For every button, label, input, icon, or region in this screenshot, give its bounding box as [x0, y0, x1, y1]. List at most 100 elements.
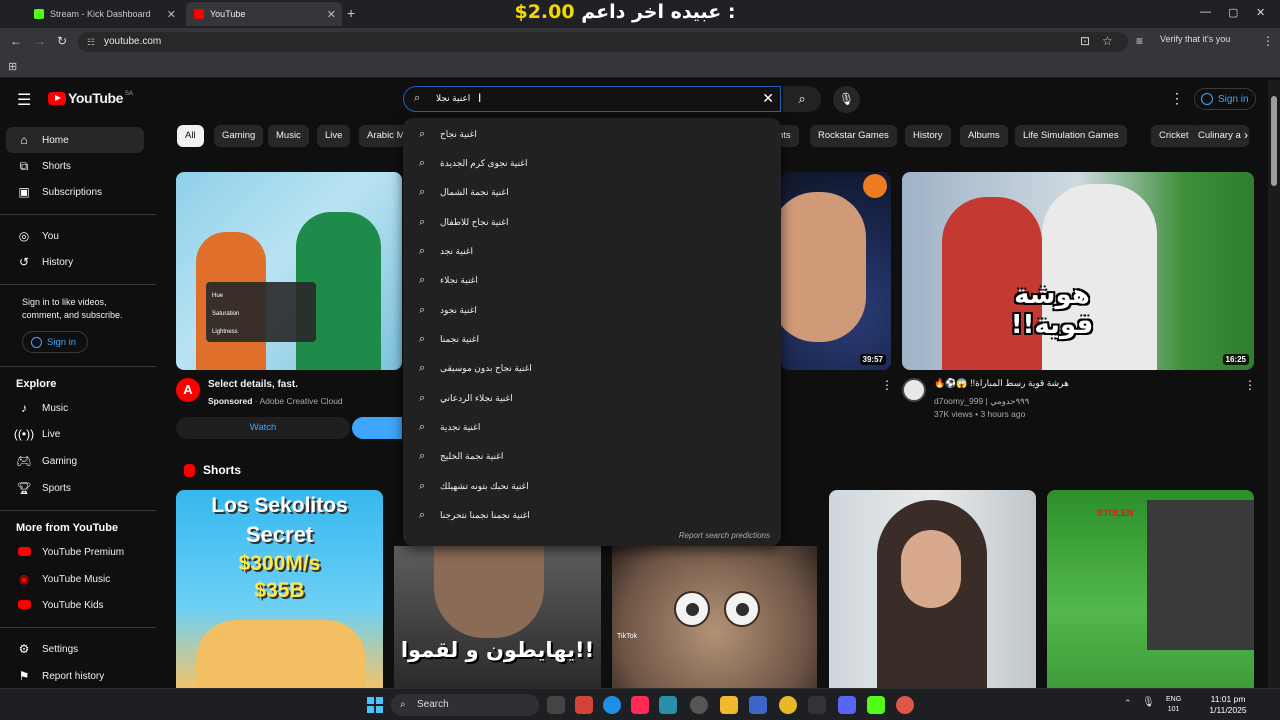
chip-all[interactable]: All	[177, 125, 204, 147]
chip-life-simulation-games[interactable]: Life Simulation Games	[1015, 125, 1127, 147]
chevron-right-icon[interactable]: ›	[1244, 128, 1248, 142]
short-thumbnail[interactable]: STOLEN	[1047, 490, 1254, 688]
tab-youtube[interactable]: YouTube ✕	[186, 2, 342, 26]
suggestion-item[interactable]: ⌕ اغنية نجدية	[403, 413, 781, 442]
short-thumbnail[interactable]	[829, 490, 1036, 688]
app-icon[interactable]	[749, 696, 767, 714]
report-search-predictions-link[interactable]: Report search predictions	[679, 531, 770, 540]
chip-live[interactable]: Live	[317, 125, 351, 147]
suggestion-item[interactable]: ⌕ اغنية نجلاء الردعاني	[403, 384, 781, 413]
close-tab-icon[interactable]: ✕	[167, 8, 176, 21]
new-tab-button[interactable]: +	[347, 5, 355, 21]
taskbar-clock[interactable]: 11:01 pm 1/11/2025	[1198, 694, 1258, 716]
search-box[interactable]: ⌕ اعنية نجلا I ✕	[403, 86, 781, 112]
kick-app-icon[interactable]	[867, 696, 885, 714]
channel-name[interactable]: d7oomy_999 | ٩٩٩حدومي	[934, 396, 1029, 407]
sidebar-item-history[interactable]: ↺ History	[6, 249, 144, 275]
settings-more-icon[interactable]: ⋮	[1170, 90, 1184, 107]
sidebar-item-settings[interactable]: ⚙ Settings	[6, 636, 144, 662]
adobe-logo-icon[interactable]: A	[176, 378, 200, 402]
back-arrow-icon[interactable]: ←	[10, 34, 22, 48]
suggestion-item[interactable]: ⌕ اغنية نحبك بتونه تشهيلك	[403, 472, 781, 501]
sidebar-item-gaming[interactable]: 🎮︎ Gaming	[6, 448, 144, 474]
suggestion-item[interactable]: ⌕ اغنية نجود	[403, 296, 781, 325]
sidebar-item-youtube-kids[interactable]: YouTube Kids	[6, 592, 144, 618]
suggestion-item[interactable]: ⌕ اغنية نجمنا	[403, 325, 781, 354]
clear-search-icon[interactable]: ✕	[762, 90, 774, 107]
chip-culinary[interactable]: Culinary a	[1190, 125, 1249, 147]
chip-albums[interactable]: Albums	[960, 125, 1008, 147]
app-icon[interactable]	[659, 696, 677, 714]
sidebar-item-youtube-premium[interactable]: YouTube Premium	[6, 539, 144, 565]
short-thumbnail[interactable]: TikTok	[612, 546, 817, 688]
bookmark-star-icon[interactable]: ☆	[1102, 34, 1113, 48]
reload-icon[interactable]: ↻	[57, 34, 67, 48]
suggestion-item[interactable]: ⌕ اغنية نجد	[403, 237, 781, 266]
youtube-logo[interactable]: YouTube SA	[48, 90, 133, 106]
microphone-icon[interactable]: 🎙	[1142, 697, 1155, 708]
site-info-icon[interactable]: ☷	[87, 32, 95, 52]
windows-start-icon[interactable]	[367, 697, 383, 713]
edge-browser-icon[interactable]	[603, 696, 621, 714]
minimize-button[interactable]: —	[1200, 6, 1211, 18]
short-thumbnail[interactable]: Los Sekolitos Secret $300M/s $35B	[176, 490, 383, 688]
task-view-icon[interactable]	[547, 696, 565, 714]
sidebar-item-you[interactable]: ◎ You	[6, 223, 144, 249]
search-button[interactable]: ⌕	[783, 86, 821, 112]
ad-cta-button[interactable]	[352, 417, 402, 439]
chip-music[interactable]: Music	[268, 125, 309, 147]
video-title[interactable]: هرشة قوية رسط المباراة!! 😱⚽🔥	[934, 378, 1234, 389]
app-icon[interactable]	[575, 696, 593, 714]
suggestion-item[interactable]: ⌕ اغنية نجلاء	[403, 266, 781, 295]
sidebar-item-live[interactable]: ((•)) Live	[6, 421, 144, 447]
sidebar-item-report-history[interactable]: ⚑ Report history	[6, 663, 144, 689]
video-options-icon[interactable]: ⋮	[881, 378, 893, 392]
apps-grid-icon[interactable]: ⊞	[8, 60, 17, 73]
video-thumbnail[interactable]: هوشة قوية!! 16:25	[902, 172, 1254, 370]
channel-avatar[interactable]	[902, 378, 926, 402]
tab-kick-dashboard[interactable]: Stream - Kick Dashboard ✕	[26, 2, 182, 26]
short-thumbnail[interactable]: !!يهايطون و لقموا	[394, 546, 601, 688]
url-field[interactable]: ☷ youtube.com	[78, 32, 1128, 52]
close-tab-icon[interactable]: ✕	[327, 8, 336, 21]
browser-menu-icon[interactable]: ⋮	[1262, 34, 1274, 48]
ad-title[interactable]: Select details, fast.	[208, 379, 298, 390]
maximize-button[interactable]: ▢	[1228, 6, 1238, 19]
profile-verify-button[interactable]: Verify that it's you	[1160, 34, 1230, 44]
search-input[interactable]: اعنية نجلا	[436, 93, 470, 104]
sidebar-item-home[interactable]: ⌂ Home	[6, 127, 144, 153]
sidebar-sign-in-button[interactable]: Sign in	[22, 331, 88, 353]
chip-gaming[interactable]: Gaming	[214, 125, 264, 147]
tiktok-app-icon[interactable]	[631, 696, 649, 714]
app-icon[interactable]	[808, 696, 826, 714]
suggestion-item[interactable]: ⌕ اغنية نجوى كرم الجديدة	[403, 149, 781, 178]
suggestion-item[interactable]: ⌕ اغنية نجاح	[403, 120, 781, 149]
suggestion-item[interactable]: ⌕ اغنية نجاح للاطفال	[403, 208, 781, 237]
reading-list-icon[interactable]: ≡	[1136, 34, 1143, 48]
chip-rockstar-games[interactable]: Rockstar Games	[810, 125, 897, 147]
sidebar-item-music[interactable]: ♪ Music	[6, 395, 144, 421]
install-app-icon[interactable]: ⊡	[1080, 34, 1090, 48]
suggestion-item[interactable]: ⌕ اغنية نجاح بدون موسيقى	[403, 354, 781, 383]
video-thumbnail[interactable]: 39:57	[781, 172, 891, 370]
ad-thumbnail[interactable]: Hue Saturation Lightness	[176, 172, 402, 370]
settings-app-icon[interactable]	[690, 696, 708, 714]
chevron-up-icon[interactable]: ⌃	[1124, 698, 1132, 709]
sidebar-item-sports[interactable]: 🏆︎ Sports	[6, 475, 144, 501]
scrollbar-thumb[interactable]	[1271, 96, 1277, 186]
video-options-icon[interactable]: ⋮	[1244, 378, 1256, 392]
suggestion-item[interactable]: ⌕ اغنية نجمنا نجمنا نتحرجنا	[403, 501, 781, 530]
hamburger-menu-icon[interactable]: ☰	[17, 90, 31, 110]
browser-app-icon[interactable]	[896, 696, 914, 714]
taskbar-search[interactable]: ⌕ Search	[391, 694, 539, 716]
page-scrollbar[interactable]	[1268, 80, 1280, 688]
watch-button[interactable]: Watch	[176, 417, 350, 439]
file-explorer-icon[interactable]	[720, 696, 738, 714]
suggestion-item[interactable]: ⌕ اغنية نجمة الخليج	[403, 442, 781, 471]
discord-icon[interactable]	[838, 696, 856, 714]
sidebar-item-shorts[interactable]: ⧉ Shorts	[6, 153, 144, 179]
forward-arrow-icon[interactable]: →	[34, 34, 46, 48]
language-indicator[interactable]: ENG 101	[1166, 695, 1181, 715]
voice-search-button[interactable]: 🎙	[833, 86, 860, 113]
sign-in-button[interactable]: Sign in	[1194, 88, 1256, 110]
